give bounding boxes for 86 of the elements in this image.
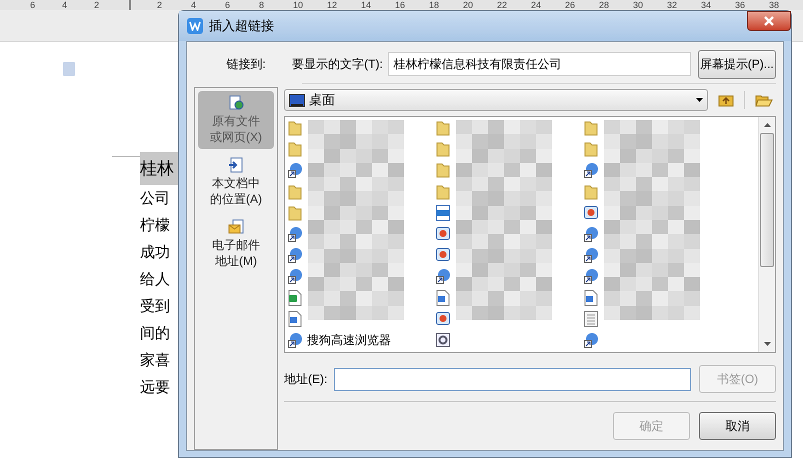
shortcut-icon[interactable] bbox=[584, 162, 598, 178]
shortcut-icon[interactable] bbox=[288, 268, 302, 284]
link-to-label: 链接到: bbox=[225, 56, 267, 73]
text-file-icon[interactable] bbox=[584, 310, 598, 327]
app-icon[interactable] bbox=[584, 204, 598, 221]
folder-icon[interactable] bbox=[288, 141, 302, 158]
ruler-number: 34 bbox=[701, 0, 712, 10]
ruler-number: 2 bbox=[94, 0, 100, 10]
folder-icon[interactable] bbox=[584, 184, 598, 200]
window-title: 插入超链接 bbox=[209, 17, 274, 36]
address-field[interactable] bbox=[334, 368, 691, 390]
ruler-number: 26 bbox=[565, 0, 576, 10]
ruler-number: 6 bbox=[30, 0, 36, 10]
ruler-number: 36 bbox=[735, 0, 746, 10]
ruler-number: 14 bbox=[361, 0, 372, 10]
image-file-icon[interactable] bbox=[436, 204, 450, 221]
folder-icon[interactable] bbox=[436, 120, 450, 136]
folder-icon[interactable] bbox=[436, 141, 450, 158]
body-text: 间的 bbox=[140, 324, 170, 344]
ruler-number: 6 bbox=[225, 0, 232, 10]
app-icon[interactable] bbox=[436, 247, 450, 264]
shortcut-icon[interactable] bbox=[584, 268, 598, 284]
ruler-number: 10 bbox=[293, 0, 304, 10]
ruler-number: 22 bbox=[497, 0, 508, 10]
ruler-number: 24 bbox=[531, 0, 542, 10]
body-text: 柠檬 bbox=[140, 216, 170, 236]
ruler-number: 16 bbox=[395, 0, 406, 10]
shortcut-icon[interactable] bbox=[288, 247, 302, 264]
body-text: 给人 bbox=[140, 270, 170, 290]
shortcut-icon[interactable] bbox=[288, 162, 302, 178]
folder-icon[interactable] bbox=[436, 184, 450, 200]
scrollbar[interactable] bbox=[758, 117, 775, 352]
body-text: 成功 bbox=[140, 243, 170, 263]
app-logo-icon bbox=[187, 18, 203, 34]
address-label: 地址(E): bbox=[284, 371, 328, 388]
display-text-field[interactable]: 桂林柠檬信息科技有限责任公司 bbox=[388, 52, 691, 76]
envelope-icon bbox=[228, 219, 244, 235]
link-target-tab[interactable]: 电子邮件地址(M) bbox=[198, 215, 274, 273]
shortcut-icon[interactable] bbox=[288, 332, 302, 348]
spreadsheet-icon[interactable] bbox=[288, 290, 302, 306]
ruler-number: 38 bbox=[769, 0, 780, 10]
ruler-number: 4 bbox=[191, 0, 198, 10]
folder-icon[interactable] bbox=[288, 120, 302, 136]
monitor-icon bbox=[289, 94, 305, 106]
folder-icon[interactable] bbox=[436, 162, 450, 178]
folder-icon[interactable] bbox=[584, 141, 598, 158]
body-text: 远要 bbox=[140, 378, 170, 398]
cancel-button[interactable]: 取消 bbox=[699, 412, 776, 440]
shortcut-icon[interactable] bbox=[584, 332, 598, 348]
app-icon[interactable] bbox=[436, 310, 450, 327]
dropdown-caret-icon bbox=[696, 98, 703, 102]
look-in-dropdown[interactable]: 桌面 bbox=[284, 89, 708, 111]
folder-icon[interactable] bbox=[288, 184, 302, 200]
body-text: 受到 bbox=[140, 297, 170, 317]
document-icon[interactable] bbox=[436, 290, 450, 306]
document-icon[interactable] bbox=[584, 290, 598, 306]
scroll-thumb[interactable] bbox=[760, 133, 774, 267]
ruler-number: 18 bbox=[429, 0, 440, 10]
shortcut-icon[interactable] bbox=[288, 226, 302, 242]
shortcut-icon[interactable] bbox=[584, 247, 598, 264]
close-button[interactable] bbox=[747, 11, 791, 31]
ruler-number: 12 bbox=[327, 0, 338, 10]
web-page-icon bbox=[228, 95, 244, 111]
shortcut-icon[interactable] bbox=[436, 268, 450, 284]
ruler-number: 2 bbox=[157, 0, 164, 10]
document-icon[interactable] bbox=[288, 310, 302, 327]
file-name[interactable]: 搜狗高速浏览器 bbox=[307, 330, 391, 349]
document-icon bbox=[228, 157, 244, 173]
ruler-number: 8 bbox=[259, 0, 266, 10]
ruler-number: 20 bbox=[463, 0, 474, 10]
folder-icon[interactable] bbox=[584, 120, 598, 136]
ruler-number: 30 bbox=[633, 0, 644, 10]
close-icon bbox=[763, 16, 775, 26]
display-text-label: 要显示的文字(T): bbox=[292, 56, 384, 73]
app-icon[interactable] bbox=[436, 226, 450, 242]
ruler-number: 4 bbox=[62, 0, 68, 10]
screen-tip-button[interactable]: 屏幕提示(P)... bbox=[698, 50, 776, 78]
folder-icon[interactable] bbox=[288, 204, 302, 221]
ruler-number: 32 bbox=[667, 0, 678, 10]
link-target-tab[interactable]: 原有文件或网页(X) bbox=[198, 91, 274, 149]
body-text: 公司 bbox=[140, 189, 170, 209]
ruler-number: 28 bbox=[599, 0, 610, 10]
body-text: 家喜 bbox=[140, 351, 170, 371]
indent-marker[interactable] bbox=[129, 0, 131, 10]
shortcut-icon[interactable] bbox=[584, 226, 598, 242]
link-target-tab[interactable]: 本文档中的位置(A) bbox=[198, 153, 274, 211]
